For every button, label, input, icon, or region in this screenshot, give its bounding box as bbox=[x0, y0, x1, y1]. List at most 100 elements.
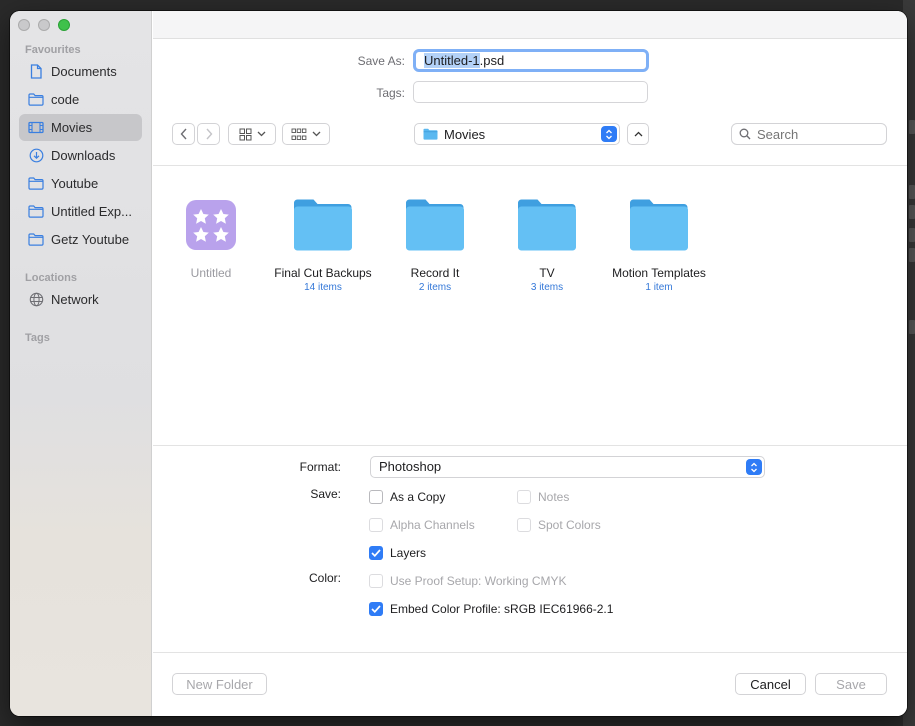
checkbox-label: As a Copy bbox=[390, 490, 446, 504]
sidebar-item-label: Network bbox=[51, 292, 99, 307]
background-app-fragment bbox=[909, 320, 915, 334]
folder-icon bbox=[423, 128, 438, 140]
file-item-count: 1 item bbox=[645, 282, 673, 293]
back-button[interactable] bbox=[172, 123, 195, 145]
sidebar-heading-favourites: Favourites bbox=[25, 44, 81, 56]
checkmark-icon bbox=[369, 546, 383, 560]
sidebar-item-documents[interactable]: Documents bbox=[19, 58, 142, 85]
sidebar-heading-tags: Tags bbox=[25, 332, 50, 344]
dialog-main: Save As: Untitled-1.psd Tags: Movies Sea… bbox=[153, 11, 907, 716]
folder-icon bbox=[515, 194, 579, 256]
sidebar-item-untitled-export[interactable]: Untitled Exp... bbox=[19, 198, 142, 225]
checkbox-label: Spot Colors bbox=[538, 518, 601, 532]
location-label: Movies bbox=[444, 126, 486, 142]
chevron-down-icon bbox=[312, 131, 321, 137]
format-value: Photoshop bbox=[379, 459, 442, 474]
sidebar-item-label: Getz Youtube bbox=[51, 232, 130, 247]
download-icon bbox=[28, 148, 44, 164]
checkbox-label: Notes bbox=[538, 490, 570, 504]
minimize-window-button[interactable] bbox=[38, 19, 50, 31]
chevron-right-icon bbox=[205, 128, 212, 140]
sidebar-item-network[interactable]: Network bbox=[19, 286, 142, 313]
sidebar-item-label: Downloads bbox=[51, 148, 116, 163]
footer-divider bbox=[153, 652, 907, 653]
alpha-channels-checkbox[interactable]: Alpha Channels bbox=[369, 518, 475, 532]
as-a-copy-checkbox[interactable]: As a Copy bbox=[369, 490, 445, 504]
notes-checkbox[interactable]: Notes bbox=[517, 490, 569, 504]
filename-selected-text: Untitled-1 bbox=[424, 53, 480, 68]
cancel-button[interactable]: Cancel bbox=[735, 673, 806, 695]
document-icon bbox=[28, 64, 44, 80]
chevron-down-icon bbox=[257, 131, 265, 137]
file-name: Untitled bbox=[190, 266, 232, 280]
background-app-fragment bbox=[909, 205, 915, 219]
folder-icon bbox=[28, 92, 44, 108]
spot-colors-checkbox[interactable]: Spot Colors bbox=[517, 518, 601, 532]
close-window-button[interactable] bbox=[18, 19, 30, 31]
view-mode-button[interactable] bbox=[228, 123, 276, 145]
chevron-left-icon bbox=[180, 128, 187, 140]
checkbox-label: Use Proof Setup: Working CMYK bbox=[390, 574, 567, 588]
file-name: Record It bbox=[410, 266, 460, 280]
group-grid-icon bbox=[291, 128, 307, 140]
collapse-browser-button[interactable] bbox=[627, 123, 649, 145]
sidebar-item-youtube[interactable]: Youtube bbox=[19, 170, 142, 197]
folder-icon bbox=[291, 194, 355, 256]
file-item-motion-templates[interactable]: Motion Templates 1 item bbox=[603, 194, 715, 293]
save-options-label: Save: bbox=[310, 487, 341, 501]
file-item-count: 14 items bbox=[304, 282, 342, 293]
film-icon bbox=[28, 120, 44, 136]
background-app-fragment bbox=[909, 248, 915, 262]
checkmark-icon bbox=[369, 602, 383, 616]
file-name: TV bbox=[539, 266, 555, 280]
file-item-record-it[interactable]: Record It 2 items bbox=[379, 194, 491, 293]
sidebar-item-label: Untitled Exp... bbox=[51, 204, 132, 219]
sidebar: Favourites Documents code Movies Downloa… bbox=[10, 11, 152, 716]
icon-view-icon bbox=[239, 128, 251, 140]
sidebar-item-movies[interactable]: Movies bbox=[19, 114, 142, 141]
embed-color-profile-checkbox[interactable]: Embed Color Profile: sRGB IEC61966-2.1 bbox=[369, 602, 613, 616]
checkbox-box bbox=[369, 574, 383, 588]
folder-icon bbox=[627, 194, 691, 256]
checkbox-label: Alpha Channels bbox=[390, 518, 475, 532]
sidebar-item-label: Youtube bbox=[51, 176, 99, 191]
folder-icon bbox=[28, 232, 44, 248]
sidebar-item-downloads[interactable]: Downloads bbox=[19, 142, 142, 169]
new-folder-button[interactable]: New Folder bbox=[172, 673, 267, 695]
checkbox-box bbox=[369, 518, 383, 532]
popup-stepper-icon bbox=[746, 459, 762, 475]
search-input[interactable] bbox=[757, 126, 877, 142]
search-field[interactable] bbox=[731, 123, 887, 145]
zoom-window-button[interactable] bbox=[58, 19, 70, 31]
group-by-button[interactable] bbox=[282, 123, 330, 145]
sidebar-item-getz-youtube[interactable]: Getz Youtube bbox=[19, 226, 142, 253]
use-proof-setup-checkbox[interactable]: Use Proof Setup: Working CMYK bbox=[369, 574, 567, 588]
file-name: Final Cut Backups bbox=[274, 266, 372, 280]
file-item-tv[interactable]: TV 3 items bbox=[491, 194, 603, 293]
sidebar-item-label: Movies bbox=[51, 120, 93, 135]
save-as-input[interactable]: Untitled-1.psd bbox=[413, 49, 649, 72]
file-item-untitled[interactable]: Untitled bbox=[155, 194, 267, 280]
forward-button[interactable] bbox=[197, 123, 220, 145]
checkbox-box bbox=[517, 518, 531, 532]
sidebar-item-label: code bbox=[51, 92, 80, 107]
location-popup[interactable]: Movies bbox=[414, 123, 620, 145]
file-name: Motion Templates bbox=[612, 266, 706, 280]
folder-icon bbox=[28, 204, 44, 220]
sidebar-heading-locations: Locations bbox=[25, 272, 77, 284]
save-as-label: Save As: bbox=[357, 54, 405, 68]
format-popup[interactable]: Photoshop bbox=[370, 456, 765, 478]
title-bar bbox=[153, 11, 907, 39]
layers-checkbox[interactable]: Layers bbox=[369, 546, 426, 560]
checkbox-label: Embed Color Profile: sRGB IEC61966-2.1 bbox=[390, 602, 614, 616]
color-options-label: Color: bbox=[308, 571, 341, 585]
sidebar-item-code[interactable]: code bbox=[19, 86, 142, 113]
checkbox-box bbox=[369, 490, 383, 504]
format-label: Format: bbox=[299, 460, 341, 474]
globe-icon bbox=[28, 292, 44, 308]
app-file-icon bbox=[179, 194, 243, 256]
tags-input[interactable] bbox=[413, 81, 648, 103]
save-dialog: Favourites Documents code Movies Downloa… bbox=[10, 11, 907, 716]
file-item-final-cut-backups[interactable]: Final Cut Backups 14 items bbox=[267, 194, 379, 293]
save-button[interactable]: Save bbox=[815, 673, 887, 695]
